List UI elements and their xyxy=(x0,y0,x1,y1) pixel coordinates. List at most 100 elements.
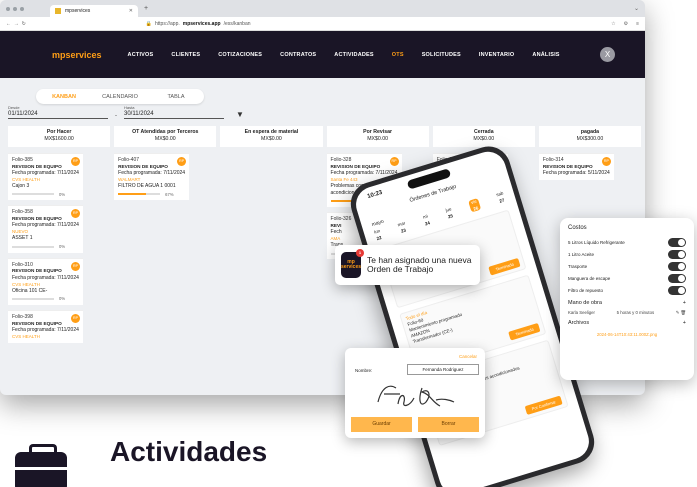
nav-contratos[interactable]: CONTRATOS xyxy=(280,52,316,58)
column-header: En espera de material MX$0.00 xyxy=(220,126,323,147)
files-title: Archivos xyxy=(568,320,590,326)
status-button[interactable]: Terminada xyxy=(488,257,521,276)
card-folio: Folio-314 xyxy=(542,157,564,163)
ot-card[interactable]: RP Folio-314 REVISION DE EQUIPO Fecha progr… xyxy=(538,153,614,180)
cost-toggle[interactable] xyxy=(668,285,686,295)
signature-drawing[interactable] xyxy=(370,380,460,414)
notification-toast[interactable]: mp services 1 Te han asignado una nueva O… xyxy=(335,245,480,285)
cost-toggle[interactable] xyxy=(668,261,686,271)
ot-card[interactable]: RP Folio-398 REVISION DE EQUIPO Fecha progr… xyxy=(8,309,83,343)
name-field[interactable]: Fernanda Rodriguez xyxy=(407,364,479,375)
name-label: Nombre: xyxy=(355,368,373,373)
assignee-badge: RP xyxy=(71,261,80,271)
day-item[interactable]: mi 24 xyxy=(422,214,430,227)
cost-row: 5 Litros Líquido Refrigerante xyxy=(568,236,686,248)
column-name: pagada xyxy=(580,129,600,135)
phone-time: 10:23 xyxy=(366,189,384,201)
progress-bar: 67% xyxy=(118,192,185,198)
date-filters: Desde 01/11/2024 - Hasta 30/11/2024 ▼ xyxy=(8,105,645,119)
column-total: MX$300.00 xyxy=(576,136,604,143)
avatar[interactable]: X xyxy=(600,47,615,62)
forward-icon[interactable]: → xyxy=(14,21,19,27)
day-item[interactable]: jue 25 xyxy=(445,206,454,219)
cost-item-label: Manguera de escape xyxy=(568,275,611,281)
tab-title: mpservices xyxy=(65,8,91,14)
nav-inventario[interactable]: INVENTARIO xyxy=(479,52,515,58)
close-icon[interactable]: ✕ xyxy=(129,8,133,14)
tech-row: Karla Seeliger 5 horas y 0 minutos ✎ 🗑 xyxy=(568,310,686,316)
day-number: 23 xyxy=(400,227,407,234)
url-path: /ess/kanban xyxy=(223,20,251,27)
ot-card[interactable]: RP Folio-358 REVISION DE EQUIPO Fecha progr… xyxy=(8,205,83,253)
column-espera xyxy=(220,153,322,348)
desde-value: 01/11/2024 xyxy=(8,111,38,117)
nav-cotizaciones[interactable]: COTIZACIONES xyxy=(218,52,262,58)
progress-label: 0% xyxy=(59,296,66,302)
card-client: CVS HEALTH xyxy=(12,333,40,339)
hasta-field[interactable]: Hasta 30/11/2024 xyxy=(124,105,224,119)
tab-kanban[interactable]: KANBAN xyxy=(36,94,92,100)
nav-actividades[interactable]: ACTIVIDADES xyxy=(334,52,373,58)
nav-ots[interactable]: OTS xyxy=(392,52,404,58)
column-total: MX$0.00 xyxy=(261,136,282,143)
day-name: mi xyxy=(422,213,429,220)
status-button[interactable]: Por Confirmar xyxy=(524,395,563,415)
new-tab-icon[interactable]: + xyxy=(144,5,148,12)
save-button[interactable]: Guardar xyxy=(351,417,412,432)
chevron-down-icon[interactable]: ⌄ xyxy=(634,5,639,12)
costos-panel: Costos 5 Litros Líquido Refrigerante 1 L… xyxy=(560,218,694,380)
address-bar[interactable]: ← → ↻ 🔒 https://app. mpservices.app/ess/k… xyxy=(0,17,645,31)
day-number: 25 xyxy=(447,213,454,220)
logo-text: mp services xyxy=(341,258,362,270)
card-date: Fecha programada: 7/11/2024 xyxy=(12,327,79,334)
cancel-link[interactable]: Cancelar xyxy=(459,354,477,359)
extensions-icon[interactable]: ⚙ xyxy=(624,21,628,27)
bookmark-icon[interactable]: ☆ xyxy=(611,21,615,27)
assignee-badge: RP xyxy=(71,313,80,323)
day-item[interactable]: lun 22 xyxy=(373,228,382,241)
erase-button[interactable]: Borrar xyxy=(418,417,479,432)
reload-icon[interactable]: ↻ xyxy=(22,21,26,27)
tab-calendario[interactable]: CALENDARIO xyxy=(92,94,148,100)
add-icon[interactable]: + xyxy=(683,300,686,306)
card-asset: Cajon 3 xyxy=(12,182,30,189)
cost-toggle[interactable] xyxy=(668,237,686,247)
nav-analisis[interactable]: ANÁLISIS xyxy=(532,52,559,58)
day-item[interactable]: mar 23 xyxy=(397,220,408,234)
cost-toggle[interactable] xyxy=(668,273,686,283)
window-controls[interactable] xyxy=(6,6,24,11)
brand-logo[interactable]: mpservices xyxy=(52,50,102,60)
ot-card[interactable]: RP Folio-407 REVISION DE EQUIPO Fecha progr… xyxy=(114,153,190,201)
browser-tab[interactable]: mpservices ✕ xyxy=(50,5,138,17)
tab-tabla[interactable]: TABLA xyxy=(148,94,204,100)
desde-field[interactable]: Desde 01/11/2024 xyxy=(8,105,108,119)
browser-tabbar: mpservices ✕ + ⌄ xyxy=(0,0,645,17)
menu-icon[interactable]: ≡ xyxy=(636,21,639,27)
add-file-icon[interactable]: + xyxy=(683,320,686,326)
file-link[interactable]: 2024-06-14T10:43:11.000Z.png xyxy=(568,332,686,337)
ot-card[interactable]: RP Folio-385 REVISION DE EQUIPO Fecha progr… xyxy=(8,153,83,201)
card-asset: FILTRO DE AGUA 1 0001 xyxy=(118,182,176,189)
url-text[interactable]: 🔒 https://app. mpservices.app/ess/kanban xyxy=(146,21,251,27)
filter-icon[interactable]: ▼ xyxy=(236,110,244,119)
day-name: jue xyxy=(444,206,453,213)
nav-clientes[interactable]: CLIENTES xyxy=(171,52,200,58)
progress-label: 0% xyxy=(59,191,66,197)
ot-card[interactable]: RP Folio-310 REVISION DE EQUIPO Fecha progr… xyxy=(8,257,83,305)
back-icon[interactable]: ← xyxy=(6,21,11,27)
app-navbar: mpservices ACTIVOS CLIENTES COTIZACIONES… xyxy=(0,31,645,78)
nav-activos[interactable]: ACTIVOS xyxy=(128,52,154,58)
notification-badge: 1 xyxy=(356,249,365,257)
column-terceros: RP Folio-407 REVISION DE EQUIPO Fecha progr… xyxy=(114,153,216,348)
day-item[interactable]: sab 27 xyxy=(496,190,506,204)
day-item-selected[interactable]: vie 26 xyxy=(468,198,482,213)
notification-logo: mp services 1 xyxy=(341,249,365,278)
edit-icon[interactable]: ✎ 🗑 xyxy=(676,310,686,316)
nav-solicitudes[interactable]: SOLICITUDES xyxy=(422,52,461,58)
day-number: 24 xyxy=(424,220,431,227)
cost-toggle[interactable] xyxy=(668,249,686,259)
status-button[interactable]: Terminada xyxy=(508,322,541,341)
day-number: 27 xyxy=(498,197,505,204)
column-header: OT Atendidas por Terceros MX$0.00 xyxy=(114,126,217,147)
progress-bar: 0% xyxy=(12,296,79,302)
